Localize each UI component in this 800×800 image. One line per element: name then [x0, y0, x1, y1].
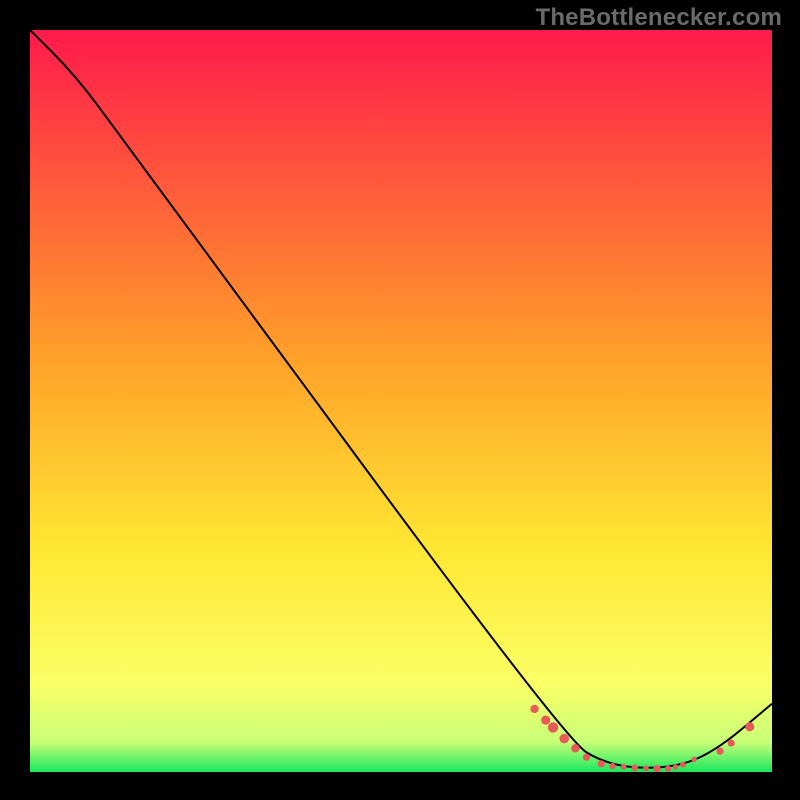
data-marker: [609, 763, 615, 769]
data-marker: [598, 760, 605, 767]
chart-frame: TheBottlenecker.com: [0, 0, 800, 800]
data-marker: [571, 744, 579, 752]
data-marker: [583, 754, 590, 761]
data-marker: [673, 764, 678, 769]
data-marker: [643, 765, 649, 771]
data-marker: [728, 739, 735, 746]
data-marker: [541, 715, 550, 724]
chart-background: [30, 30, 772, 772]
data-marker: [716, 748, 723, 755]
attribution-label: TheBottlenecker.com: [535, 4, 782, 32]
bottleneck-chart: [30, 30, 772, 772]
data-marker: [530, 705, 538, 713]
data-marker: [548, 722, 558, 732]
data-marker: [745, 722, 754, 731]
data-marker: [665, 765, 671, 771]
data-marker: [680, 762, 686, 768]
data-marker: [631, 765, 638, 772]
data-marker: [691, 757, 696, 762]
data-marker: [621, 764, 627, 770]
data-marker: [559, 734, 569, 744]
